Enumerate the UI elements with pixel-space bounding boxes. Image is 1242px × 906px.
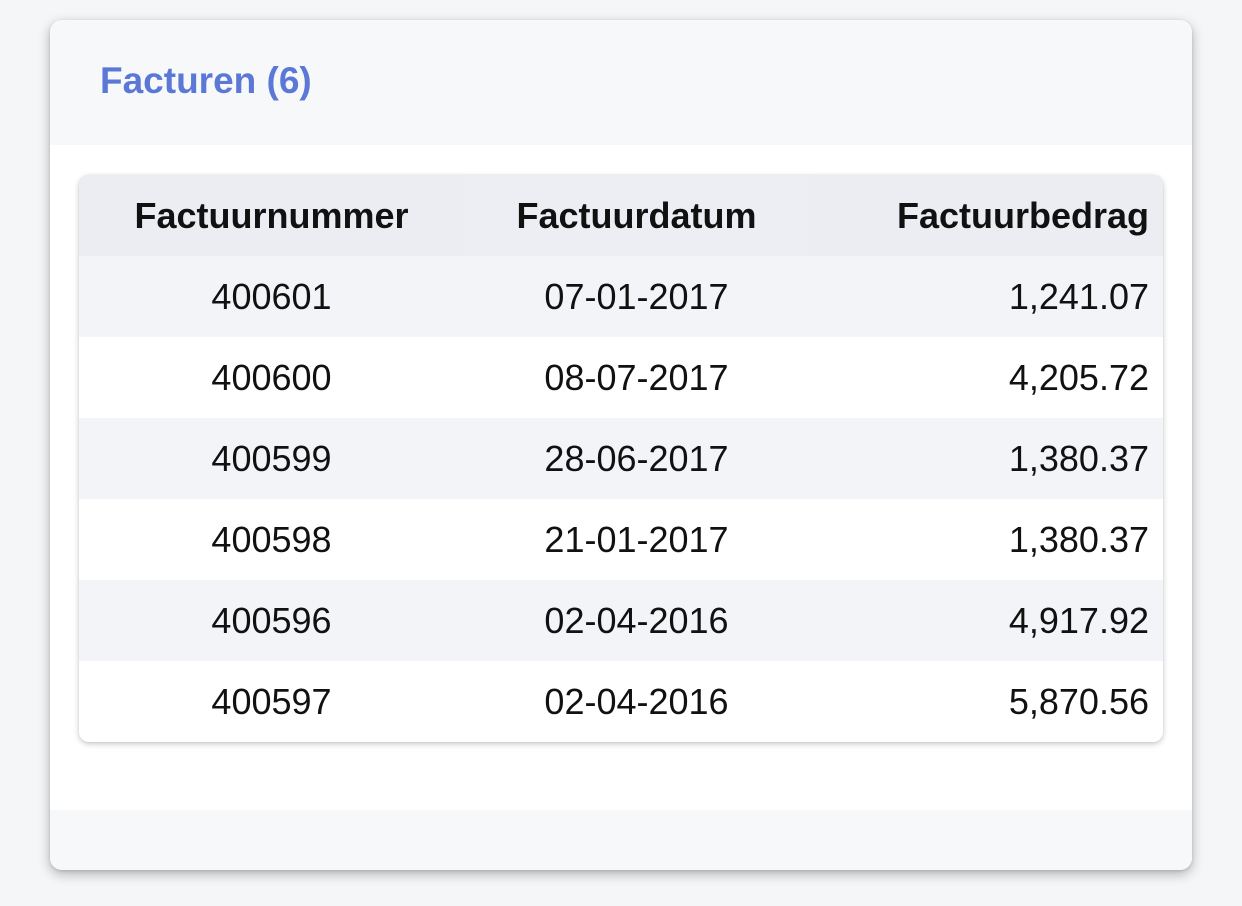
invoice-date-cell: 07-01-2017: [464, 256, 809, 337]
card-footer: [50, 810, 1192, 870]
card-body: Factuurnummer Factuurdatum Factuurbedrag…: [50, 145, 1192, 810]
table-row[interactable]: 400597 02-04-2016 5,870.56: [79, 661, 1163, 742]
card-title: Facturen (6): [100, 60, 312, 101]
invoice-amount-cell: 5,870.56: [809, 661, 1163, 742]
column-header-invoice-amount[interactable]: Factuurbedrag: [809, 175, 1163, 256]
invoice-date-cell: 02-04-2016: [464, 661, 809, 742]
invoice-amount-cell: 1,380.37: [809, 418, 1163, 499]
invoice-number-cell: 400597: [79, 661, 464, 742]
invoice-amount-cell: 4,917.92: [809, 580, 1163, 661]
table-header-row: Factuurnummer Factuurdatum Factuurbedrag: [79, 175, 1163, 256]
invoices-table-container: Factuurnummer Factuurdatum Factuurbedrag…: [79, 175, 1163, 742]
table-header: Factuurnummer Factuurdatum Factuurbedrag: [79, 175, 1163, 256]
invoice-date-cell: 21-01-2017: [464, 499, 809, 580]
table-row[interactable]: 400601 07-01-2017 1,241.07: [79, 256, 1163, 337]
invoice-amount-cell: 4,205.72: [809, 337, 1163, 418]
invoice-number-cell: 400600: [79, 337, 464, 418]
card-header: Facturen (6): [50, 20, 1192, 145]
table-row[interactable]: 400596 02-04-2016 4,917.92: [79, 580, 1163, 661]
invoices-card: Facturen (6) Factuurnummer Factuurdatum …: [50, 20, 1192, 870]
column-header-invoice-number[interactable]: Factuurnummer: [79, 175, 464, 256]
invoice-amount-cell: 1,241.07: [809, 256, 1163, 337]
invoice-date-cell: 28-06-2017: [464, 418, 809, 499]
invoice-date-cell: 02-04-2016: [464, 580, 809, 661]
column-header-invoice-date[interactable]: Factuurdatum: [464, 175, 809, 256]
invoices-table: Factuurnummer Factuurdatum Factuurbedrag…: [79, 175, 1163, 742]
invoice-number-cell: 400598: [79, 499, 464, 580]
table-row[interactable]: 400600 08-07-2017 4,205.72: [79, 337, 1163, 418]
invoice-number-cell: 400596: [79, 580, 464, 661]
invoice-number-cell: 400601: [79, 256, 464, 337]
table-row[interactable]: 400599 28-06-2017 1,380.37: [79, 418, 1163, 499]
invoice-amount-cell: 1,380.37: [809, 499, 1163, 580]
table-row[interactable]: 400598 21-01-2017 1,380.37: [79, 499, 1163, 580]
invoice-number-cell: 400599: [79, 418, 464, 499]
invoice-date-cell: 08-07-2017: [464, 337, 809, 418]
table-body: 400601 07-01-2017 1,241.07 400600 08-07-…: [79, 256, 1163, 742]
